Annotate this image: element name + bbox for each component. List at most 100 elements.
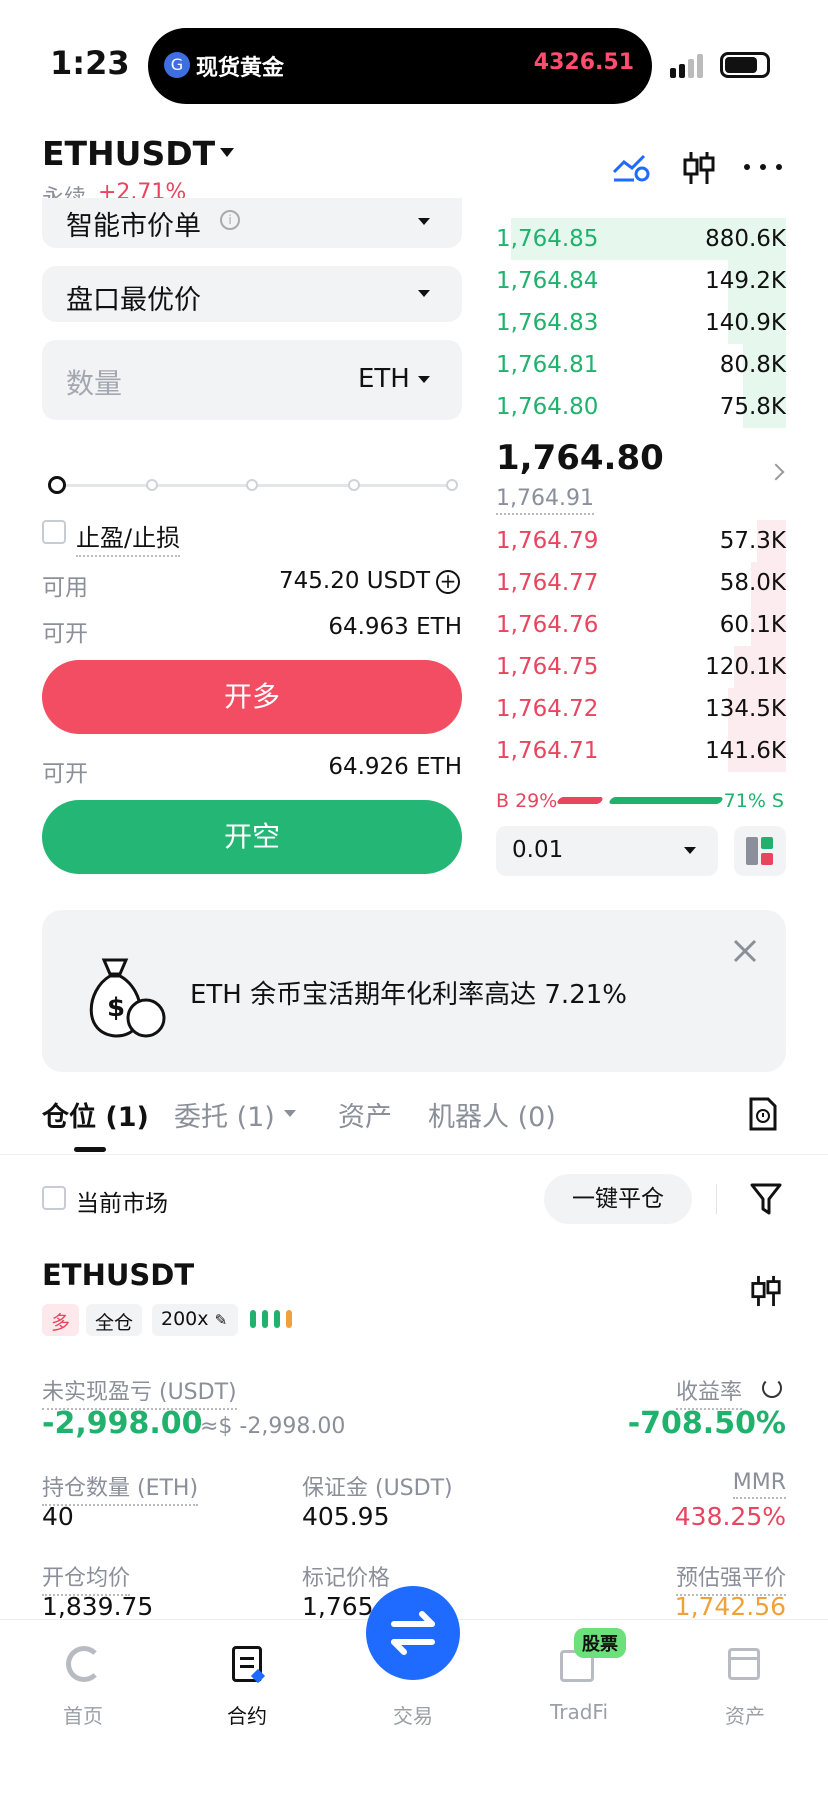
size-label[interactable]: 持仓数量 (ETH) — [42, 1470, 199, 1506]
gold-icon: G — [164, 52, 190, 78]
mmr-value: 438.25% — [674, 1502, 786, 1531]
bid-qty: 141.6K — [705, 738, 786, 764]
bid-price: 1,764.77 — [496, 570, 599, 596]
nav-home[interactable]: 首页 — [28, 1700, 138, 1729]
ask-qty: 880.6K — [705, 226, 786, 252]
futures-icon[interactable] — [232, 1646, 266, 1684]
bid-row[interactable]: 1,764.75 120.1K — [496, 646, 786, 688]
filter-icon[interactable] — [750, 1182, 782, 1216]
ask-qty: 149.2K — [705, 268, 786, 294]
status-time: 1:23 — [50, 44, 130, 82]
ask-qty: 140.9K — [705, 310, 786, 336]
slider-handle[interactable] — [48, 476, 66, 494]
add-funds-icon[interactable]: + — [436, 570, 460, 594]
quantity-unit-select[interactable]: ETH — [358, 364, 410, 394]
margin-label: 保证金 (USDT) — [302, 1476, 453, 1501]
leverage-badge[interactable]: 200x ✎ — [152, 1304, 238, 1336]
nav-trade[interactable]: 交易 — [358, 1700, 468, 1729]
current-market-checkbox[interactable] — [42, 1186, 66, 1210]
bid-qty: 134.5K — [705, 696, 786, 722]
size-value: 40 — [42, 1502, 74, 1531]
bid-qty: 57.3K — [719, 528, 786, 554]
bid-qty: 58.0K — [719, 570, 786, 596]
price-mode-select[interactable]: 盘口最优价 — [42, 266, 462, 322]
nav-tradfi[interactable]: TradFi — [524, 1700, 634, 1724]
chevron-down-icon — [684, 847, 696, 854]
ask-row[interactable]: 1,764.83 140.9K — [496, 302, 786, 344]
share-icon[interactable] — [762, 1378, 782, 1398]
home-icon[interactable] — [66, 1646, 102, 1682]
quantity-input[interactable]: 数量 ETH — [42, 340, 462, 420]
chevron-down-icon — [284, 1110, 296, 1117]
available-label: 可用 — [42, 575, 88, 601]
bid-price: 1,764.71 — [496, 738, 599, 764]
assets-icon[interactable] — [728, 1648, 760, 1680]
entry-value: 1,839.75 — [42, 1592, 154, 1621]
nav-futures[interactable]: 合约 — [192, 1700, 302, 1729]
bid-row[interactable]: 1,764.72 134.5K — [496, 688, 786, 730]
candlestick-icon[interactable] — [682, 150, 716, 186]
bid-row[interactable]: 1,764.76 60.1K — [496, 604, 786, 646]
ask-row[interactable]: 1,764.81 80.8K — [496, 344, 786, 386]
ask-row[interactable]: 1,764.80 75.8K — [496, 386, 786, 428]
layout-toggle-icon[interactable] — [734, 826, 786, 876]
swap-icon — [391, 1611, 435, 1655]
mark-price[interactable]: 1,764.91 — [496, 486, 594, 515]
tpsl-label[interactable]: 止盈/止损 — [76, 518, 181, 557]
short-button[interactable]: 开空 — [42, 800, 462, 874]
ratio-bar-buy — [555, 797, 605, 804]
symbol-title[interactable]: ETHUSDT — [42, 134, 215, 173]
liq-label[interactable]: 预估强平价 — [675, 1560, 786, 1596]
island-label: 现货黄金 — [196, 56, 285, 81]
trade-fab[interactable] — [366, 1586, 460, 1680]
chevron-down-icon — [418, 290, 430, 297]
margin-mode-badge: 全仓 — [86, 1304, 143, 1336]
position-symbol[interactable]: ETHUSDT — [42, 1258, 194, 1292]
more-icon[interactable] — [744, 164, 784, 172]
ask-price: 1,764.83 — [496, 310, 599, 336]
chevron-down-icon[interactable] — [220, 148, 234, 157]
bid-qty: 120.1K — [705, 654, 786, 680]
unrealized-label[interactable]: 未实现盈亏 (USDT) — [42, 1374, 237, 1410]
unrealized-usd: ≈$ -2,998.00 — [200, 1414, 346, 1439]
candlestick-icon[interactable] — [750, 1274, 782, 1308]
tab-positions[interactable]: 仓位 (1) — [42, 1095, 149, 1134]
ask-row[interactable]: 1,764.85 880.6K — [496, 218, 786, 260]
precision-select[interactable]: 0.01 — [496, 826, 718, 876]
tab-orders[interactable]: 委托 (1) — [174, 1095, 275, 1134]
dynamic-island[interactable]: G 现货黄金 4326.51 — [148, 28, 652, 104]
edit-icon: ✎ — [214, 1311, 228, 1329]
roe-label[interactable]: 收益率 — [676, 1374, 743, 1410]
chevron-right-icon[interactable] — [767, 463, 785, 481]
signal-icon — [670, 54, 706, 78]
quantity-slider[interactable] — [48, 476, 458, 494]
bid-row[interactable]: 1,764.79 57.3K — [496, 520, 786, 562]
nav-assets[interactable]: 资产 — [690, 1700, 800, 1729]
order-type-select[interactable]: 智能市价单 i — [42, 198, 462, 248]
close-icon[interactable] — [732, 938, 758, 964]
liq-value: 1,742.56 — [674, 1592, 786, 1621]
open-long-value: 64.963 ETH — [328, 614, 462, 640]
ask-row[interactable]: 1,764.84 149.2K — [496, 260, 786, 302]
bid-row[interactable]: 1,764.77 58.0K — [496, 562, 786, 604]
ask-price: 1,764.84 — [496, 268, 599, 294]
bid-qty: 60.1K — [719, 612, 786, 638]
entry-label[interactable]: 开仓均价 — [42, 1560, 131, 1596]
bid-price: 1,764.72 — [496, 696, 599, 722]
tpsl-checkbox[interactable] — [42, 520, 66, 544]
chevron-down-icon — [418, 218, 430, 225]
bid-row[interactable]: 1,764.71 141.6K — [496, 730, 786, 772]
promo-banner[interactable]: $ ETH 余币宝活期年化利率高达 7.21% — [42, 910, 786, 1072]
long-button[interactable]: 开多 — [42, 660, 462, 734]
tab-bots[interactable]: 机器人 (0) — [428, 1095, 556, 1134]
mmr-label[interactable]: MMR — [732, 1470, 786, 1499]
history-icon[interactable] — [748, 1096, 778, 1132]
tab-assets[interactable]: 资产 — [338, 1095, 392, 1134]
leverage-value: 200x — [161, 1308, 209, 1330]
current-market-label[interactable]: 当前市场 — [76, 1184, 168, 1218]
order-type-label: 智能市价单 — [66, 211, 201, 242]
info-icon[interactable]: i — [220, 210, 240, 230]
price-mode-label: 盘口最优价 — [66, 285, 201, 316]
trade-chart-icon[interactable] — [612, 150, 652, 184]
close-all-button[interactable]: 一键平仓 — [544, 1174, 692, 1224]
